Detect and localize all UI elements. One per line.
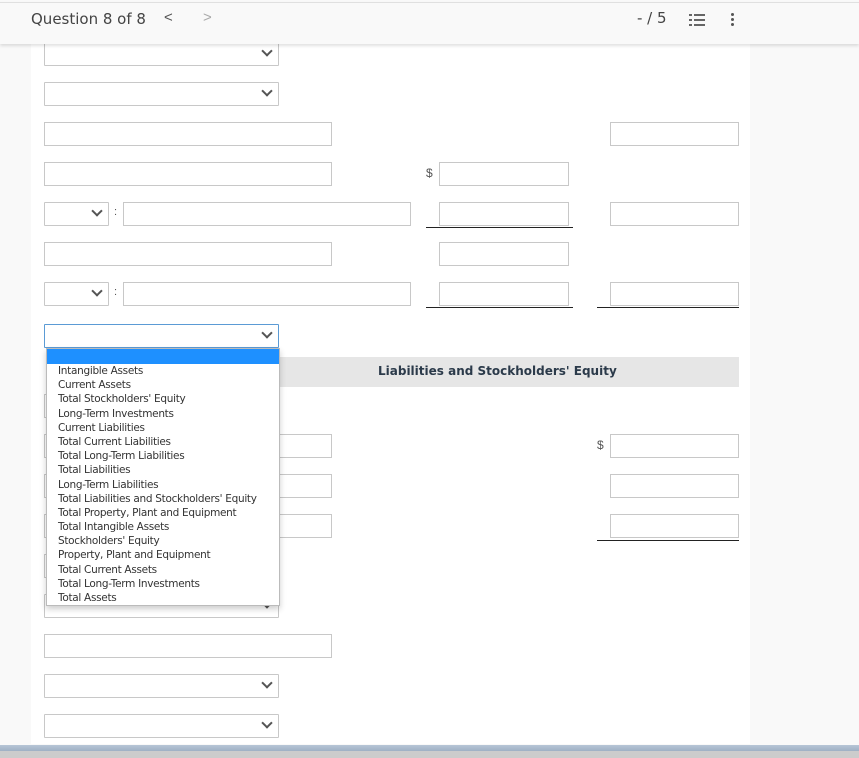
total-underline: [597, 540, 739, 541]
dropdown-option[interactable]: Total Stockholders' Equity: [47, 392, 279, 406]
dropdown-option[interactable]: Total Long-Term Investments: [47, 577, 279, 591]
more-options-icon[interactable]: [731, 13, 735, 29]
account-dropdown-list[interactable]: Intangible Assets Current Assets Total Sto…: [46, 348, 280, 606]
total-amount-input-1[interactable]: [610, 122, 739, 146]
colon-separator: :: [114, 206, 118, 218]
equity-name-input-1[interactable]: [44, 634, 332, 658]
chevron-down-icon: [261, 677, 273, 689]
dropdown-option[interactable]: Total Assets: [47, 591, 279, 605]
equity-select-3[interactable]: [44, 714, 279, 738]
chevron-down-icon: [91, 285, 103, 297]
account-name-input-1[interactable]: [44, 122, 332, 146]
chevron-down-icon: [261, 45, 273, 57]
dropdown-option[interactable]: Current Assets: [47, 378, 279, 392]
question-header: Question 8 of 8 < > - / 5: [0, 2, 859, 44]
account-name-input-3[interactable]: [44, 242, 332, 266]
currency-symbol: $: [426, 166, 433, 180]
total-amount-input-3[interactable]: [610, 282, 739, 306]
dropdown-option[interactable]: [47, 349, 279, 364]
dropdown-option[interactable]: Long-Term Investments: [47, 407, 279, 421]
dropdown-option[interactable]: Total Liabilities and Stockholders' Equi…: [47, 492, 279, 506]
section-title: Liabilities and Stockholders' Equity: [378, 364, 617, 378]
right-gutter: [750, 44, 859, 744]
total-underline: [597, 307, 739, 308]
dropdown-option[interactable]: Total Current Assets: [47, 563, 279, 577]
account-name-input-2[interactable]: [44, 162, 332, 186]
chevron-down-icon: [261, 85, 273, 97]
dropdown-option[interactable]: Long-Term Liabilities: [47, 478, 279, 492]
previous-question-button[interactable]: <: [164, 9, 173, 26]
dropdown-option[interactable]: Total Intangible Assets: [47, 520, 279, 534]
currency-symbol: $: [597, 438, 604, 452]
score-display: - / 5: [637, 9, 667, 27]
less-select-1[interactable]: [44, 202, 109, 226]
colon-separator: :: [114, 286, 118, 298]
account-select-1[interactable]: [44, 42, 279, 66]
equity-select-2[interactable]: [44, 674, 279, 698]
dropdown-option[interactable]: Total Long-Term Liabilities: [47, 449, 279, 463]
question-counter: Question 8 of 8: [31, 10, 146, 28]
dropdown-option[interactable]: Property, Plant and Equipment: [47, 548, 279, 562]
chevron-down-icon: [261, 327, 273, 339]
total-assets-select[interactable]: [44, 324, 279, 348]
amount-input-1[interactable]: [439, 162, 569, 186]
amount-input-4[interactable]: [439, 282, 569, 306]
amount-input-2[interactable]: [439, 202, 569, 226]
total-amount-input-2[interactable]: [610, 202, 739, 226]
amount-input-3[interactable]: [439, 242, 569, 266]
next-question-button[interactable]: >: [203, 9, 212, 26]
contra-account-input-2[interactable]: [123, 282, 411, 306]
account-select-2[interactable]: [44, 82, 279, 106]
dropdown-option[interactable]: Total Current Liabilities: [47, 435, 279, 449]
chevron-down-icon: [261, 717, 273, 729]
dropdown-option[interactable]: Intangible Assets: [47, 364, 279, 378]
footer-bar: [0, 751, 859, 758]
liability-amount-input-1[interactable]: [610, 434, 739, 458]
less-select-2[interactable]: [44, 282, 109, 306]
subtotal-underline: [426, 227, 573, 228]
dropdown-option[interactable]: Stockholders' Equity: [47, 534, 279, 548]
dropdown-option[interactable]: Total Liabilities: [47, 463, 279, 477]
dropdown-option[interactable]: Total Property, Plant and Equipment: [47, 506, 279, 520]
contra-account-input-1[interactable]: [123, 202, 411, 226]
dropdown-option[interactable]: Current Liabilities: [47, 421, 279, 435]
subtotal-underline: [426, 307, 573, 308]
chevron-down-icon: [91, 205, 103, 217]
question-list-icon[interactable]: [689, 13, 705, 27]
liability-amount-input-3[interactable]: [610, 514, 739, 538]
liability-amount-input-2[interactable]: [610, 474, 739, 498]
